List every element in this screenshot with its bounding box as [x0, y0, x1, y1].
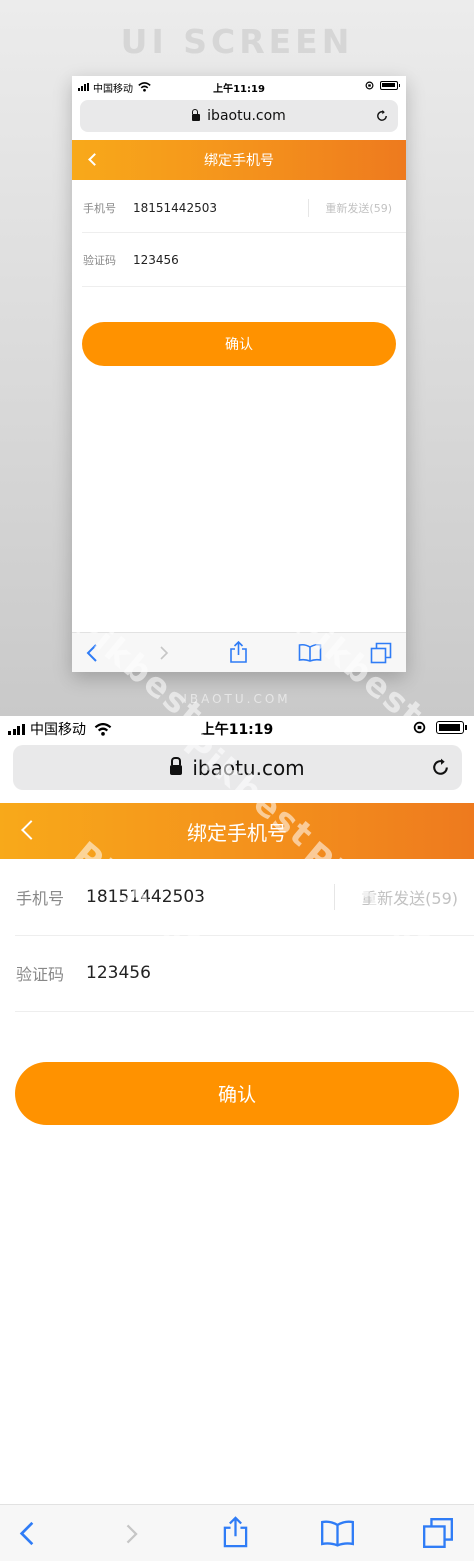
- nav-bar: 绑定手机号: [72, 140, 406, 180]
- row-divider: [15, 935, 474, 936]
- back-icon[interactable]: [19, 1521, 35, 1546]
- confirm-button[interactable]: 确认: [15, 1062, 459, 1125]
- row-divider: [82, 286, 406, 287]
- battery-icon: [380, 81, 400, 90]
- phone-label: 手机号: [16, 889, 65, 908]
- back-icon[interactable]: [86, 644, 98, 662]
- phone-value[interactable]: 18151442503: [86, 887, 205, 907]
- phone-row: 手机号 18151442503 重新发送(59): [72, 188, 406, 228]
- tabs-icon[interactable]: [370, 642, 392, 664]
- page-title: 绑定手机号: [204, 153, 274, 169]
- orientation-lock-icon: [365, 81, 374, 90]
- back-chevron-icon[interactable]: [88, 153, 101, 166]
- resend-button[interactable]: 重新发送(59): [361, 885, 458, 909]
- nav-bar: 绑定手机号: [0, 803, 474, 859]
- status-time: 上午11:19: [213, 84, 265, 95]
- showcase-title: UI SCREEN: [120, 22, 354, 61]
- resend-divider: [308, 199, 309, 217]
- address-bar[interactable]: ibaotu.com: [13, 745, 462, 790]
- share-icon[interactable]: [229, 640, 248, 664]
- share-icon[interactable]: [222, 1515, 249, 1549]
- code-row: 验证码 123456: [72, 240, 406, 280]
- showcase-footer: IBAOTU.COM: [183, 692, 291, 706]
- phone-screen: 中国移动 上午11:19 ibaotu.com 绑定手机号 手机号 181514…: [0, 716, 474, 1561]
- forward-icon: [160, 646, 169, 660]
- row-divider: [15, 1011, 474, 1012]
- confirm-button[interactable]: 确认: [82, 322, 396, 366]
- tabs-icon[interactable]: [422, 1517, 454, 1549]
- phone-row: 手机号 18151442503 重新发送(59): [0, 870, 474, 924]
- phone-value[interactable]: 18151442503: [133, 201, 217, 215]
- page-title: 绑定手机号: [187, 820, 287, 845]
- code-label: 验证码: [83, 254, 116, 267]
- code-value[interactable]: 123456: [133, 253, 179, 267]
- browser-toolbar: [72, 632, 406, 672]
- back-chevron-icon[interactable]: [21, 820, 41, 840]
- showcase-panel: UI SCREEN 中国移动 上午11:19 ibaotu.com 绑定手机号 …: [0, 0, 474, 716]
- phone-label: 手机号: [83, 202, 116, 215]
- row-divider: [82, 232, 406, 233]
- lock-icon: [192, 108, 201, 121]
- resend-divider: [334, 884, 335, 910]
- bookmarks-icon[interactable]: [320, 1519, 355, 1547]
- lock-icon: [170, 756, 183, 775]
- battery-icon: [436, 721, 467, 734]
- browser-toolbar: [0, 1504, 474, 1561]
- forward-icon: [126, 1524, 138, 1544]
- code-label: 验证码: [16, 965, 65, 984]
- orientation-lock-icon: [413, 721, 426, 734]
- address-bar[interactable]: ibaotu.com: [80, 100, 398, 132]
- resend-button[interactable]: 重新发送(59): [325, 200, 392, 216]
- status-bar: 中国移动 上午11:19: [72, 76, 406, 98]
- mini-phone-preview: 中国移动 上午11:19 ibaotu.com 绑定手机号 手机号 181514…: [72, 76, 406, 672]
- url-text: ibaotu.com: [192, 755, 305, 780]
- status-bar: 中国移动 上午11:19: [0, 716, 474, 742]
- status-time: 上午11:19: [200, 722, 274, 738]
- reload-icon[interactable]: [375, 109, 389, 123]
- bookmarks-icon[interactable]: [298, 643, 322, 662]
- reload-icon[interactable]: [430, 757, 451, 778]
- code-row: 验证码 123456: [0, 946, 474, 1000]
- code-value[interactable]: 123456: [86, 963, 151, 983]
- url-text: ibaotu.com: [207, 108, 286, 124]
